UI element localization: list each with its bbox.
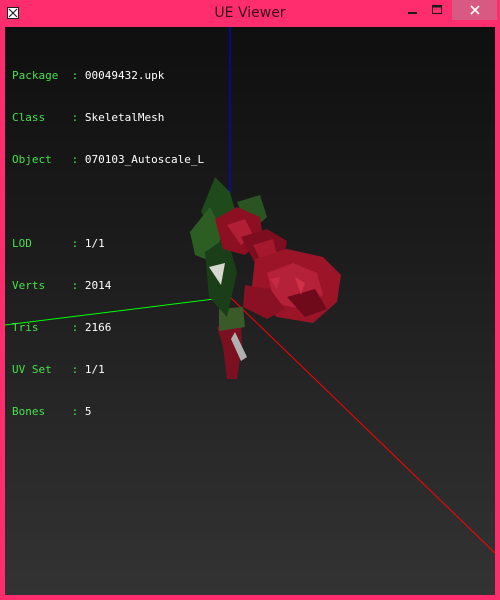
- minimize-icon: [407, 12, 417, 14]
- bouquet-mesh: [190, 177, 341, 379]
- info-value-object: 070103_Autoscale_L: [84, 153, 205, 166]
- info-row-verts: Verts : 2014: [12, 279, 112, 292]
- maximize-icon: [432, 5, 442, 14]
- 3d-viewport[interactable]: Package : 00049432.upk Class : SkeletalM…: [5, 27, 495, 595]
- info-label-verts: Verts: [12, 279, 46, 292]
- mesh-info-panel: Package : 00049432.upk Class : SkeletalM…: [12, 41, 204, 447]
- info-row-class: Class : SkeletalMesh: [12, 111, 165, 124]
- info-label-tris: Tris: [12, 321, 39, 334]
- maximize-button[interactable]: [425, 0, 450, 20]
- info-row-bones: Bones : 5: [12, 405, 92, 418]
- info-value-class: SkeletalMesh: [84, 111, 165, 124]
- minimize-button[interactable]: [400, 0, 425, 20]
- info-label-object: Object: [12, 153, 52, 166]
- info-label-class: Class: [12, 111, 46, 124]
- info-row-tris: Tris : 2166: [12, 321, 112, 334]
- app-window: UE Viewer Package: 00049432.upk Class:…: [0, 0, 500, 600]
- info-row-package: Package : 00049432.upk: [12, 69, 165, 82]
- info-row-lod: LOD : 1/1: [12, 237, 105, 250]
- info-label-bones: Bones: [12, 405, 46, 418]
- info-row-object: Object : 070103_Autoscale_L: [12, 153, 205, 166]
- info-value-uvset: 1/1: [84, 363, 105, 376]
- info-label-lod: LOD: [12, 237, 32, 250]
- info-value-bones: 5: [84, 405, 92, 418]
- info-value-verts: 2014: [84, 279, 112, 292]
- info-label-uvset: UV Set: [12, 363, 52, 376]
- info-value-lod: 1/1: [84, 237, 105, 250]
- close-button[interactable]: [452, 0, 497, 20]
- info-row-uvset: UV Set : 1/1: [12, 363, 105, 376]
- close-icon: [469, 5, 480, 15]
- info-label-package: Package: [12, 69, 59, 82]
- info-value-package: 00049432.upk: [84, 69, 165, 82]
- info-value-tris: 2166: [84, 321, 112, 334]
- title-bar[interactable]: UE Viewer: [0, 0, 500, 27]
- axis-x-line: [229, 296, 495, 554]
